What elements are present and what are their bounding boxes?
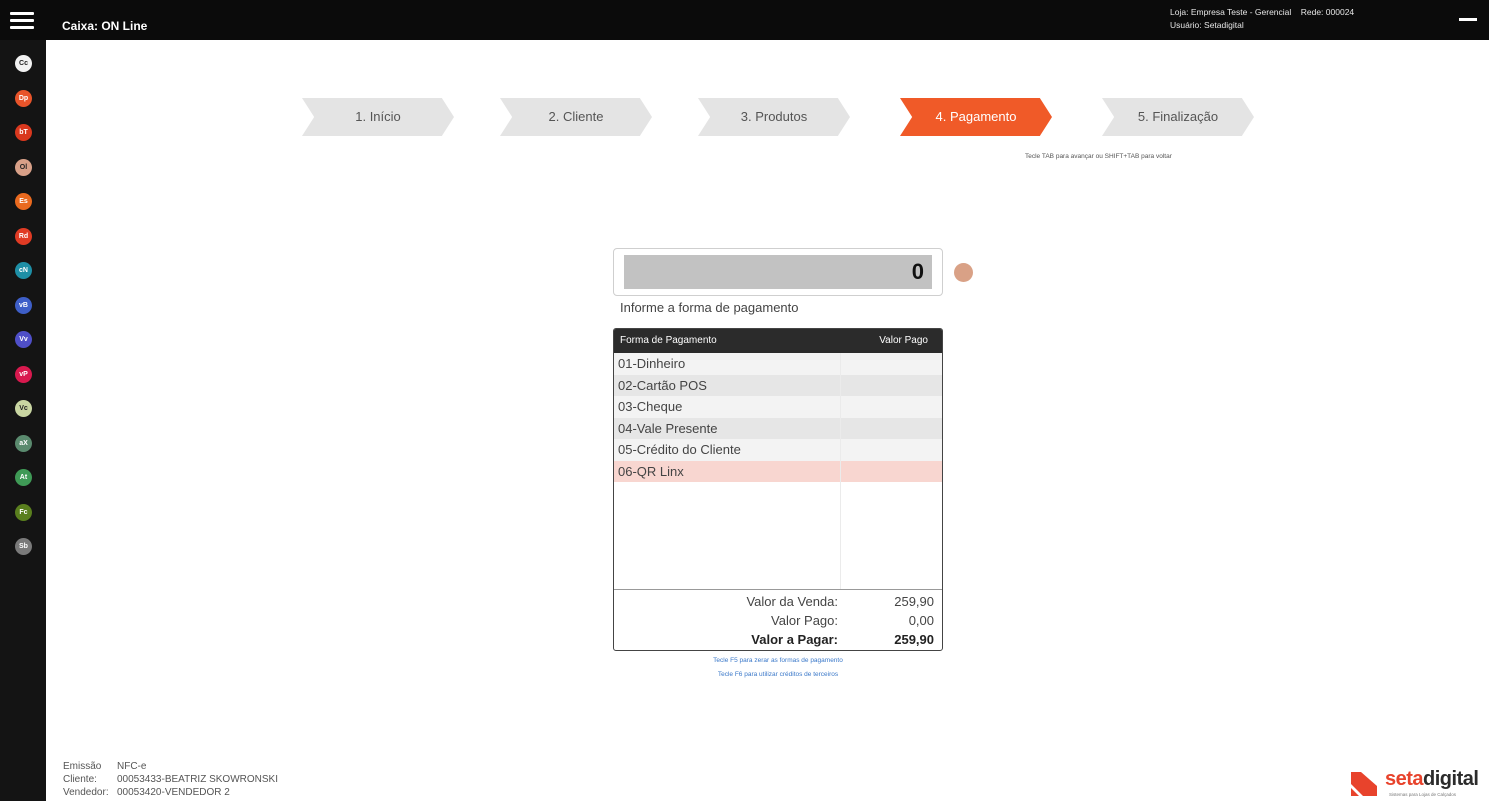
amount-input[interactable] (624, 255, 932, 289)
sidebar-shortcut-rd-icon[interactable]: Rd (15, 227, 32, 245)
payment-method-row[interactable]: 02-Cartão POS (614, 374, 942, 396)
total-pagar-row: Valor a Pagar: 259,90 (614, 632, 942, 650)
seta-logo-icon (1351, 772, 1377, 796)
sidebar-shortcut-fc-icon[interactable]: Fc (15, 503, 32, 521)
total-venda-row: Valor da Venda: 259,90 (614, 594, 942, 613)
brand-tagline: Sistemas para Lojas de Calçados (1389, 792, 1457, 797)
brand-name: setadigital (1385, 768, 1479, 791)
valor-venda-label: Valor da Venda: (746, 594, 838, 609)
step-3[interactable]: 3. Produtos (698, 98, 850, 136)
brand-name-part2: digital (1423, 768, 1479, 790)
emissao-value: NFC-e (117, 761, 147, 772)
valor-pagar-value: 259,90 (894, 632, 934, 647)
f6-hint-link[interactable]: Tecle F6 para utilizar créditos de terce… (613, 671, 943, 678)
payment-method-row[interactable]: 03-Cheque (614, 396, 942, 418)
valor-pago-label: Valor Pago: (771, 613, 838, 628)
brand-name-part1: seta (1385, 768, 1424, 790)
step-5[interactable]: 5. Finalização (1102, 98, 1254, 136)
f5-hint-link[interactable]: Tecle F5 para zerar as formas de pagamen… (613, 657, 943, 664)
step-2[interactable]: 2. Cliente (500, 98, 652, 136)
loja-label: Loja: (1170, 7, 1189, 17)
payment-method-row[interactable]: 04-Vale Presente (614, 417, 942, 439)
vendedor-value: 00053420-VENDEDOR 2 (117, 787, 230, 798)
valor-venda-value: 259,90 (894, 594, 934, 609)
column-header-paid: Valor Pago (879, 335, 928, 346)
column-divider (840, 353, 841, 589)
sidebar-shortcut-cn-icon[interactable]: cN (15, 262, 32, 279)
tab-hint: Tecle TAB para avançar ou SHIFT+TAB para… (1025, 153, 1172, 160)
step-1[interactable]: 1. Início (302, 98, 454, 136)
cliente-value: 00053433-BEATRIZ SKOWRONSKI (117, 774, 278, 785)
payment-method-row[interactable]: 05-Crédito do Cliente (614, 439, 942, 461)
sidebar-shortcut-bt-icon[interactable]: bT (15, 124, 32, 141)
payment-method-row[interactable]: 06-QR Linx (614, 460, 942, 482)
sidebar-shortcut-vv-icon[interactable]: Vv (15, 331, 32, 348)
emissao-label: Emissão (63, 761, 102, 772)
vendedor-label: Vendedor: (63, 787, 109, 798)
minimize-icon[interactable] (1459, 18, 1477, 21)
status-indicator (954, 263, 973, 282)
sidebar-shortcut-vp-icon[interactable]: vP (15, 365, 32, 383)
payment-prompt: Informe a forma de pagamento (620, 300, 799, 315)
column-header-method: Forma de Pagamento (620, 335, 717, 346)
caixa-status: Caixa: ON Line (62, 19, 148, 33)
sidebar-shortcut-es-icon[interactable]: Es (15, 193, 32, 210)
valor-pagar-label: Valor a Pagar: (751, 632, 838, 647)
top-bar: Caixa: ON Line Loja: Empresa Teste - Ger… (0, 0, 1489, 40)
usuario-label: Usuário: (1170, 20, 1202, 30)
sale-info: Emissão NFC-e Cliente: 00053433-BEATRIZ SK… (63, 760, 278, 799)
payment-methods-table: Forma de Pagamento Valor Pago 01-Dinheir… (613, 328, 943, 651)
cliente-label: Cliente: (63, 774, 97, 785)
valor-pago-value: 0,00 (908, 613, 934, 628)
usuario-value: Setadigital (1204, 20, 1244, 30)
sidebar-shortcut-ax-icon[interactable]: aX (15, 434, 32, 452)
menu-icon[interactable] (10, 12, 34, 30)
totals: Valor da Venda: 259,90 Valor Pago: 0,00 … (614, 589, 942, 650)
sidebar-shortcut-at-icon[interactable]: At (15, 469, 32, 486)
rede-label: Rede: (1300, 7, 1324, 17)
loja-value: Empresa Teste - Gerencial (1190, 7, 1292, 17)
sidebar: Cc Dp bT Ol Es Rd cN vB Vv vP Vc aX At Fc Sb (0, 40, 46, 801)
payment-method-row[interactable]: 01-Dinheiro (614, 353, 942, 375)
sidebar-shortcut-vb-icon[interactable]: vB (15, 296, 32, 314)
sidebar-shortcut-vc-icon[interactable]: Vc (15, 400, 32, 417)
sidebar-shortcut-sb-icon[interactable]: Sb (15, 538, 32, 555)
table-header: Forma de Pagamento Valor Pago (614, 329, 942, 353)
total-pago-row: Valor Pago: 0,00 (614, 613, 942, 632)
brand-logo: setadigital Sistemas para Lojas de Calça… (1351, 766, 1479, 800)
payment-rows: 01-Dinheiro 02-Cartão POS 03-Cheque 04-Vale… (614, 353, 942, 589)
step-4[interactable]: 4. Pagamento (900, 98, 1052, 136)
rede-value: 000024 (1325, 7, 1355, 17)
amount-box (613, 248, 943, 296)
sidebar-shortcut-cc-icon[interactable]: Cc (15, 55, 32, 72)
sidebar-shortcut-ol-icon[interactable]: Ol (15, 158, 32, 176)
store-info: Loja: Empresa Teste - Gerencial Rede: 00… (1170, 6, 1354, 32)
sidebar-shortcut-dp-icon[interactable]: Dp (15, 89, 32, 107)
